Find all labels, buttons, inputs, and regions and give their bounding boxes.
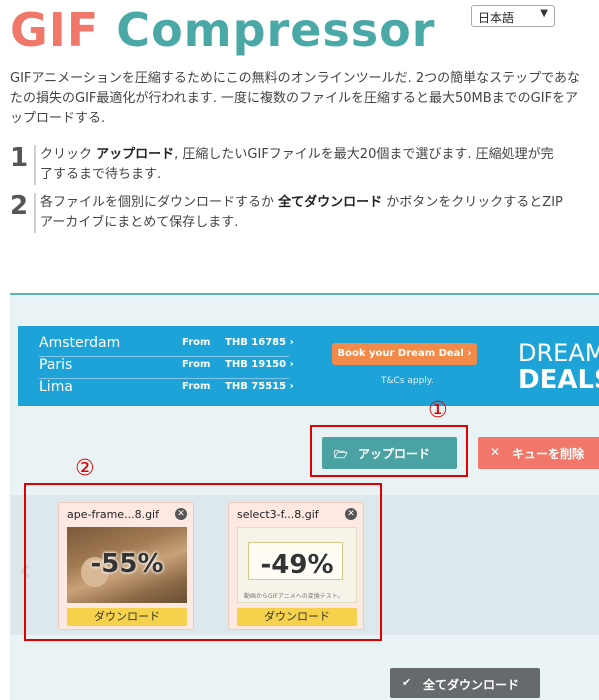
download-button[interactable]: ダウンロード <box>237 608 357 626</box>
file-thumbnail: -55% <box>67 527 187 603</box>
download-all-button-label: 全てダウンロード <box>423 678 520 692</box>
compression-percent: -55% <box>90 549 164 579</box>
ad-price: THB 75515 › <box>225 381 294 392</box>
download-button[interactable]: ダウンロード <box>67 608 187 626</box>
upload-button-label: アップロード <box>358 447 431 461</box>
intro-text: GIFアニメーションを圧縮するためにこの無料のオンラインツールだ. 2つの簡単な… <box>10 71 581 126</box>
file-thumbnail: -49% 動画からGIFアニメへの変換テスト。 <box>237 527 357 603</box>
ad-dream: DREAM <box>518 339 599 367</box>
step-1: 1 クリック アップロード, 圧縮したいGIFファイルを最大20個まで選びます.… <box>10 143 585 185</box>
file-card: ape-frame...8.gif ✕ -55% ダウンロード <box>58 502 194 630</box>
title-compressor: Compressor <box>99 3 436 57</box>
download-all-button[interactable]: ✔ 全てダウンロード <box>390 668 540 698</box>
ad-city: Amsterdam <box>39 335 121 351</box>
ad-banner[interactable]: Amsterdam From THB 16785 › Paris From TH… <box>18 326 599 406</box>
remove-file-close-icon[interactable]: ✕ <box>175 508 187 520</box>
ad-from: From <box>182 337 211 348</box>
step-2: 2 各ファイルを個別にダウンロードするか 全てダウンロード かボタンをクリックす… <box>10 191 585 233</box>
close-icon: ✕ <box>490 445 501 459</box>
step-number: 2 <box>10 191 29 221</box>
checkmark-icon: ✔ <box>402 676 412 689</box>
title-gif: GIF <box>10 3 100 57</box>
compression-percent: -49% <box>260 550 334 580</box>
ad-tcs: T&Cs apply. <box>381 376 434 386</box>
step-text: 各ファイルを個別にダウンロードするか 全てダウンロード かボタンをクリックすると… <box>40 195 563 230</box>
language-select[interactable]: 日本語 ▼ <box>471 5 555 27</box>
ad-deals: DEALS <box>518 365 599 395</box>
ad-row[interactable]: Lima From THB 75515 › <box>39 379 309 399</box>
annotation-mark-2: ② <box>75 456 95 481</box>
step-number: 1 <box>10 143 29 173</box>
step-divider <box>34 145 36 185</box>
ad-price: THB 16785 › <box>225 337 294 348</box>
ad-city: Lima <box>39 379 73 395</box>
file-name: ape-frame...8.gif <box>67 508 159 521</box>
ad-from: From <box>182 359 211 370</box>
clear-queue-button[interactable]: ✕ キューを削除 <box>478 437 599 469</box>
language-select-value: 日本語 <box>478 11 515 25</box>
clear-queue-button-label: キューを削除 <box>512 447 585 461</box>
step-divider <box>34 193 36 233</box>
thumbnail-caption: 動画からGIFアニメへの変換テスト。 <box>244 593 344 600</box>
ad-price: THB 19150 › <box>225 359 294 370</box>
upload-button[interactable]: 🗁 アップロード <box>322 437 457 469</box>
chevron-down-icon: ▼ <box>540 8 548 19</box>
step-text: クリック アップロード, 圧縮したいGIFファイルを最大20個まで選びます. 圧… <box>40 147 554 182</box>
ad-city: Paris <box>39 357 73 373</box>
ad-row[interactable]: Amsterdam From THB 16785 › <box>39 335 309 355</box>
remove-file-close-icon[interactable]: ✕ <box>345 508 357 520</box>
annotation-mark-1: ① <box>428 398 448 423</box>
folder-open-icon: 🗁 <box>334 448 348 461</box>
ad-row[interactable]: Paris From THB 19150 › <box>39 357 309 377</box>
page-title: GIF Compressor <box>10 2 435 58</box>
ad-from: From <box>182 381 211 392</box>
file-name: select3-f...8.gif <box>237 508 319 521</box>
book-dream-deal-button[interactable]: Book your Dream Deal › <box>332 343 477 365</box>
file-card: select3-f...8.gif ✕ -49% 動画からGIFアニメへの変換テ… <box>228 502 364 630</box>
